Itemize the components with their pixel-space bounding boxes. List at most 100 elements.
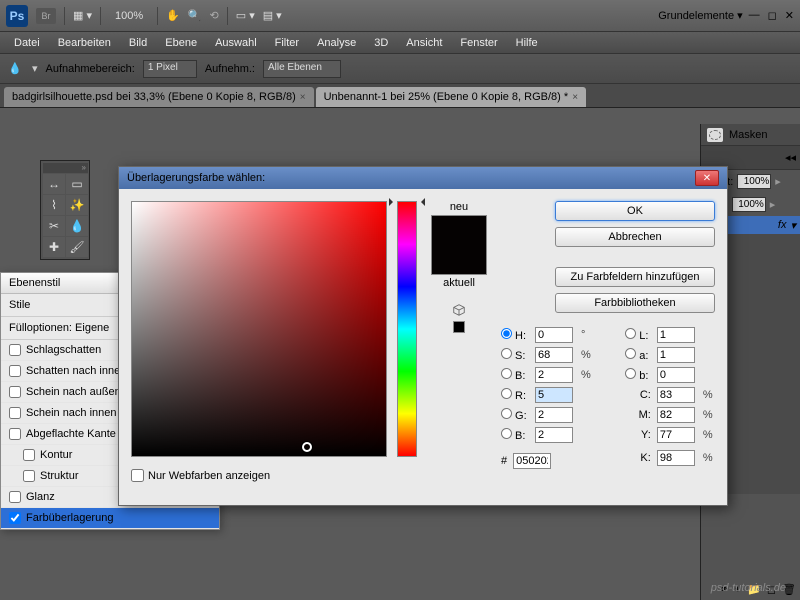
close-icon[interactable]: ✕	[785, 9, 794, 22]
minimize-icon[interactable]: —	[749, 9, 760, 22]
menu-3d[interactable]: 3D	[366, 34, 396, 52]
screen-mode-icon[interactable]: ▭ ▾	[236, 9, 255, 22]
b-radio[interactable]: B:	[501, 368, 529, 382]
kraft-input[interactable]	[737, 174, 771, 189]
c-input[interactable]	[657, 387, 695, 403]
close-button[interactable]: ✕	[695, 170, 719, 186]
add-swatch-button[interactable]: Zu Farbfeldern hinzufügen	[555, 267, 715, 287]
sample-layer-label: Aufnehm.:	[205, 63, 255, 75]
cancel-button[interactable]: Abbrechen	[555, 227, 715, 247]
move-tool-icon[interactable]: ↔	[43, 174, 65, 194]
menu-analyse[interactable]: Analyse	[309, 34, 364, 52]
style-label: Farbüberlagerung	[26, 512, 113, 524]
deck-input[interactable]	[732, 197, 766, 212]
style-checkbox[interactable]	[9, 428, 21, 440]
m-input[interactable]	[657, 407, 695, 423]
y-input[interactable]	[657, 427, 695, 443]
style-checkbox[interactable]	[9, 407, 21, 419]
style-checkbox[interactable]	[9, 491, 21, 503]
photoshop-logo-icon: Ps	[6, 5, 28, 27]
lasso-tool-icon[interactable]: ⌇	[43, 195, 65, 215]
rotate-tool-icon[interactable]: ⟲	[210, 9, 219, 22]
options-bar: 💧 ▾ Aufnahmebereich: 1 Pixel Aufnehm.: A…	[0, 54, 800, 84]
style-checkbox[interactable]	[9, 344, 21, 356]
r-radio[interactable]: R:	[501, 388, 529, 402]
menu-ansicht[interactable]: Ansicht	[398, 34, 450, 52]
g-input[interactable]	[535, 407, 573, 423]
dialog-titlebar[interactable]: Überlagerungsfarbe wählen: ✕	[119, 167, 727, 189]
a-input[interactable]	[657, 347, 695, 363]
s-radio[interactable]: S:	[501, 348, 529, 362]
color-swatch[interactable]	[431, 215, 487, 275]
watermark: psd-tutorials.de	[711, 582, 786, 594]
sample-layer-select[interactable]: Alle Ebenen	[263, 60, 341, 78]
k-input[interactable]	[657, 450, 695, 466]
mask-icon	[707, 128, 723, 142]
websafe-swatch[interactable]	[453, 321, 465, 333]
g-radio[interactable]: G:	[501, 408, 529, 422]
hue-slider[interactable]	[397, 201, 417, 457]
bridge-logo-icon[interactable]: Br	[36, 8, 56, 24]
hex-input[interactable]	[513, 453, 551, 469]
document-tab[interactable]: badgirlsilhouette.psd bei 33,3% (Ebene 0…	[4, 87, 314, 107]
wand-tool-icon[interactable]: ✨	[66, 195, 88, 215]
arrange-icon[interactable]: ▤ ▾	[263, 9, 282, 22]
l-input[interactable]	[657, 327, 695, 343]
tab-close-icon[interactable]: ×	[572, 92, 578, 103]
tab-close-icon[interactable]: ×	[300, 92, 306, 103]
cube-icon[interactable]	[452, 303, 466, 317]
menu-hilfe[interactable]: Hilfe	[508, 34, 546, 52]
saturation-value-field[interactable]	[131, 201, 387, 457]
zoom-tool-icon[interactable]: 🔍	[188, 9, 202, 22]
l-radio[interactable]: L:	[625, 328, 651, 342]
web-colors-checkbox[interactable]: Nur Webfarben anzeigen	[131, 469, 387, 482]
style-checkbox[interactable]	[9, 512, 21, 524]
h-input[interactable]	[535, 327, 573, 343]
layout-icon[interactable]: ▦ ▾	[73, 9, 92, 22]
ok-button[interactable]: OK	[555, 201, 715, 221]
crop-tool-icon[interactable]: ✂	[43, 216, 65, 236]
sample-size-label: Aufnahmebereich:	[46, 63, 135, 75]
bb-input[interactable]	[535, 427, 573, 443]
masks-panel-header[interactable]: Masken	[701, 124, 800, 146]
h-radio[interactable]: H:	[501, 328, 529, 342]
a-radio[interactable]: a:	[625, 348, 651, 362]
document-tab[interactable]: Unbenannt-1 bei 25% (Ebene 0 Kopie 8, RG…	[316, 87, 586, 107]
b2-input[interactable]	[657, 367, 695, 383]
style-label: Glanz	[26, 491, 55, 503]
eyedropper-tool-icon[interactable]: 💧	[66, 216, 88, 236]
workspace-switcher[interactable]: Grundelemente ▾	[658, 9, 742, 22]
marquee-tool-icon[interactable]: ▭	[66, 174, 88, 194]
style-checkbox[interactable]	[23, 449, 35, 461]
style-label: Struktur	[40, 470, 79, 482]
r-input[interactable]	[535, 387, 573, 403]
style-item[interactable]: Farbüberlagerung	[1, 508, 219, 529]
maximize-icon[interactable]: ◻	[768, 9, 777, 22]
style-checkbox[interactable]	[9, 365, 21, 377]
b2-radio[interactable]: b:	[625, 368, 651, 382]
style-label: Schein nach außen	[26, 386, 121, 398]
sample-size-select[interactable]: 1 Pixel	[143, 60, 197, 78]
color-libraries-button[interactable]: Farbbibliotheken	[555, 293, 715, 313]
style-checkbox[interactable]	[23, 470, 35, 482]
b-input[interactable]	[535, 367, 573, 383]
app-titlebar: Ps Br ▦ ▾ 100% ✋ 🔍 ⟲ ▭ ▾ ▤ ▾ Grundelemen…	[0, 0, 800, 32]
heal-tool-icon[interactable]: ✚	[43, 237, 65, 257]
eyedropper-tool-icon[interactable]: 💧	[6, 60, 24, 78]
style-checkbox[interactable]	[9, 386, 21, 398]
menu-auswahl[interactable]: Auswahl	[207, 34, 265, 52]
menu-filter[interactable]: Filter	[267, 34, 307, 52]
brush-tool-icon[interactable]: 🖌	[66, 237, 88, 257]
style-label: Schein nach innen	[26, 407, 117, 419]
hand-tool-icon[interactable]: ✋	[166, 9, 180, 22]
style-label: Schatten nach innen	[26, 365, 126, 377]
menu-fenster[interactable]: Fenster	[452, 34, 505, 52]
menu-ebene[interactable]: Ebene	[157, 34, 205, 52]
menu-datei[interactable]: Datei	[6, 34, 48, 52]
style-label: Kontur	[40, 449, 72, 461]
b3-radio[interactable]: B:	[501, 428, 529, 442]
zoom-level[interactable]: 100%	[109, 8, 149, 24]
menu-bearbeiten[interactable]: Bearbeiten	[50, 34, 119, 52]
menu-bild[interactable]: Bild	[121, 34, 155, 52]
s-input[interactable]	[535, 347, 573, 363]
